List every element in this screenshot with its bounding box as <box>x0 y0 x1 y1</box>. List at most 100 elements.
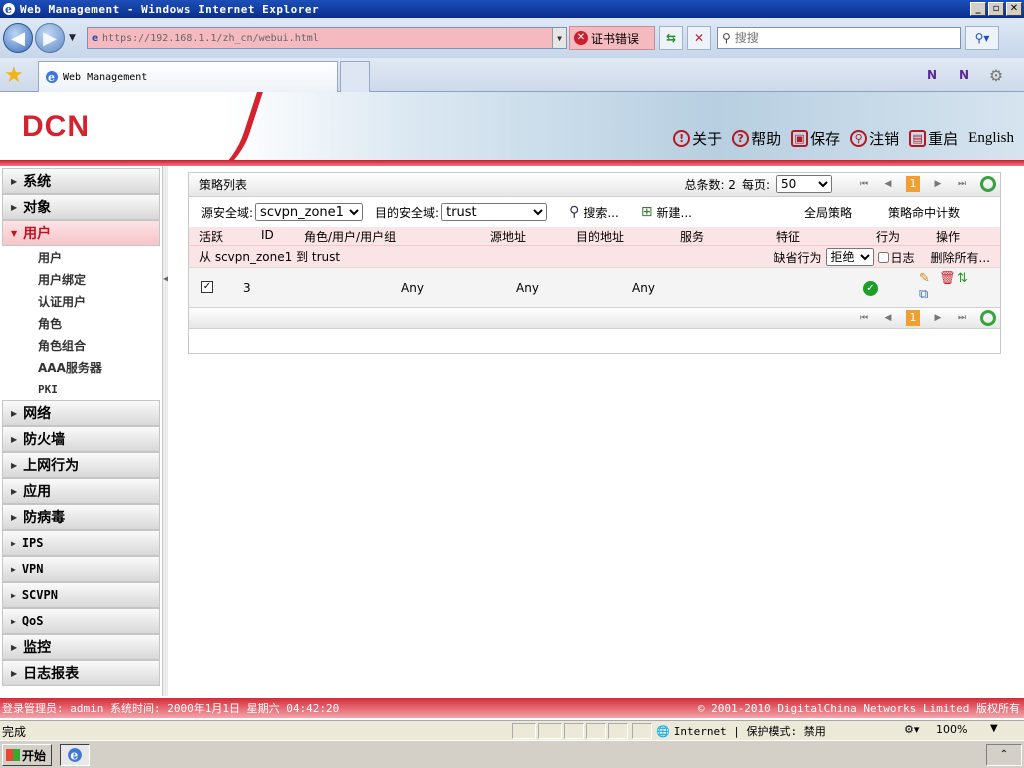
certificate-error-button[interactable]: ✕ 证书错误 <box>569 26 655 50</box>
zoom-dropdown-icon[interactable]: ▼ <box>990 723 998 734</box>
sidebar-subitem-auth-user[interactable]: 认证用户 <box>2 290 160 312</box>
first-page-icon[interactable]: ⏮ <box>856 310 872 326</box>
search-policy-button[interactable]: ⚲ 搜索... <box>569 204 619 221</box>
minimize-button[interactable]: _ <box>970 2 986 16</box>
permit-check-icon: ✓ <box>863 281 878 296</box>
stop-button[interactable]: ✕ <box>687 26 711 50</box>
refresh-icon: ⇆ <box>665 31 677 45</box>
sidebar-item-internet-behavior[interactable]: ▶ 上网行为 <box>2 452 160 478</box>
global-policy-link[interactable]: 全局策略 <box>804 204 852 221</box>
forward-button[interactable]: ▶ <box>35 23 65 53</box>
next-page-icon[interactable]: ▶ <box>930 176 946 192</box>
last-page-icon[interactable]: ⏭ <box>954 310 970 326</box>
close-button[interactable]: ✕ <box>1006 2 1022 16</box>
tab-title: Web Management <box>63 71 148 83</box>
sidebar-item-label: 网络 <box>23 406 52 422</box>
last-page-icon[interactable]: ⏭ <box>954 176 970 192</box>
security-zone[interactable]: 🌐 Internet | 保护模式: 禁用 <box>656 723 826 739</box>
next-page-icon[interactable]: ▶ <box>930 310 946 326</box>
active-checkbox[interactable]: ✓ <box>201 281 213 293</box>
sidebar-subitem-user[interactable]: 用户 <box>2 246 160 268</box>
about-link[interactable]: ! 关于 <box>673 128 722 149</box>
address-dropdown-icon[interactable]: ▼ <box>552 28 566 48</box>
search-go-button[interactable]: ⚲▾ <box>965 26 999 50</box>
edit-icon[interactable]: ✎ <box>919 272 930 285</box>
sidebar-item-antivirus[interactable]: ▶ 防病毒 <box>2 504 160 530</box>
add-document-icon: ⊞ <box>640 204 653 220</box>
dest-zone-select[interactable]: trust <box>441 203 548 221</box>
start-button[interactable]: 开始 <box>2 744 52 766</box>
source-zone-label: 源安全域: <box>201 205 254 220</box>
sidebar-item-system[interactable]: ▶ 系统 <box>2 168 160 194</box>
sidebar-item-vpn[interactable]: ▶ VPN <box>2 556 160 582</box>
search-box[interactable]: ⚲ <box>717 27 961 49</box>
first-page-icon[interactable]: ⏮ <box>856 176 872 192</box>
panel-header: 策略列表 总条数: 2 每页: 50 ⏮ ◀ 1 ▶ ⏭ <box>189 173 1000 197</box>
sidebar-item-application[interactable]: ▶ 应用 <box>2 478 160 504</box>
sidebar-item-log-report[interactable]: ▶ 日志报表 <box>2 660 160 686</box>
col-operations: 操作 <box>936 230 961 244</box>
delete-icon[interactable]: 🗑 <box>939 272 956 285</box>
sidebar-subitem-user-binding[interactable]: 用户绑定 <box>2 268 160 290</box>
history-dropdown-icon[interactable]: ▼ <box>69 33 81 43</box>
taskbar-ie-button[interactable]: e <box>60 744 90 766</box>
english-link[interactable]: English <box>968 130 1014 147</box>
sidebar-item-label: 防病毒 <box>23 510 66 526</box>
delete-all-link[interactable]: 删除所有... <box>931 249 990 266</box>
help-link[interactable]: ? 帮助 <box>732 128 781 149</box>
source-zone-select[interactable]: scvpn_zone1 <box>255 203 364 221</box>
default-action-select[interactable]: 拒绝 <box>825 248 874 266</box>
current-page[interactable]: 1 <box>906 310 920 326</box>
log-checkbox[interactable] <box>877 251 889 263</box>
collapse-arrow-icon: ▼ <box>11 228 18 238</box>
prev-page-icon[interactable]: ◀ <box>880 176 896 192</box>
sidebar-item-scvpn[interactable]: ▶ SCVPN <box>2 582 160 608</box>
col-id: ID <box>261 228 274 242</box>
protected-mode-icon[interactable]: ⚙▾ <box>904 723 919 736</box>
reboot-link[interactable]: ▤ 重启 <box>909 128 958 149</box>
sidebar-item-qos[interactable]: ▶ QoS <box>2 608 160 634</box>
prev-page-icon[interactable]: ◀ <box>880 310 896 326</box>
new-policy-button[interactable]: ⊞ 新建... <box>641 204 692 221</box>
copy-icon[interactable]: ⧉ <box>919 288 928 301</box>
sidebar-subitem-role-combo[interactable]: 角色组合 <box>2 334 160 356</box>
per-page-select[interactable]: 50 <box>776 175 832 193</box>
sidebar-item-label: QoS <box>21 614 44 628</box>
expand-arrow-icon: ▶ <box>11 642 18 652</box>
favorites-star-icon[interactable]: ★ <box>4 63 24 88</box>
sidebar-item-objects[interactable]: ▶ 对象 <box>2 194 160 220</box>
sidebar-subitem-role[interactable]: 角色 <box>2 312 160 334</box>
address-field[interactable]: e https://192.168.1.1/zh_cn/webui.html ▼ <box>87 27 567 49</box>
logout-link[interactable]: ⚲ 注销 <box>850 128 899 149</box>
onenote-linked-icon[interactable]: N <box>952 64 976 86</box>
back-arrow-icon: ◀ <box>11 27 25 49</box>
expand-arrow-icon: ▶ <box>11 668 18 678</box>
sidebar-item-network[interactable]: ▶ 网络 <box>2 400 160 426</box>
sidebar-item-firewall[interactable]: ▶ 防火墙 <box>2 426 160 452</box>
sidebar-item-ips[interactable]: ▶ IPS <box>2 530 160 556</box>
sidebar-subitem-aaa-server[interactable]: AAA服务器 <box>2 356 160 378</box>
tray-expand-icon[interactable]: ⌃ <box>986 744 1022 766</box>
search-input[interactable] <box>734 31 945 45</box>
maximize-button[interactable]: ▫ <box>988 2 1004 16</box>
save-link[interactable]: ▣ 保存 <box>791 128 840 149</box>
current-page[interactable]: 1 <box>906 176 920 192</box>
zoom-level[interactable]: 100% <box>936 723 967 736</box>
sidebar-subitem-pki[interactable]: PKI <box>2 378 160 400</box>
onenote-icon[interactable]: N <box>920 64 944 86</box>
forward-arrow-icon: ▶ <box>43 27 57 49</box>
row-role: Any <box>401 281 424 295</box>
new-tab-button[interactable] <box>340 61 370 92</box>
back-button[interactable]: ◀ <box>3 23 33 53</box>
popup-blocked-icon[interactable] <box>632 723 652 739</box>
tab-web-management[interactable]: e Web Management <box>38 61 338 92</box>
sidebar-item-users[interactable]: ▼ 用户 <box>2 220 160 246</box>
move-up-down-icon[interactable]: ⇅ <box>957 272 968 285</box>
refresh-list-icon[interactable] <box>980 176 996 192</box>
tools-gear-icon[interactable]: ⚙ <box>984 64 1008 86</box>
refresh-list-icon[interactable] <box>980 310 996 326</box>
hit-count-link[interactable]: 策略命中计数 <box>888 204 960 221</box>
about-label: 关于 <box>692 130 723 148</box>
sidebar-item-monitor[interactable]: ▶ 监控 <box>2 634 160 660</box>
refresh-button[interactable]: ⇆ <box>659 26 683 50</box>
